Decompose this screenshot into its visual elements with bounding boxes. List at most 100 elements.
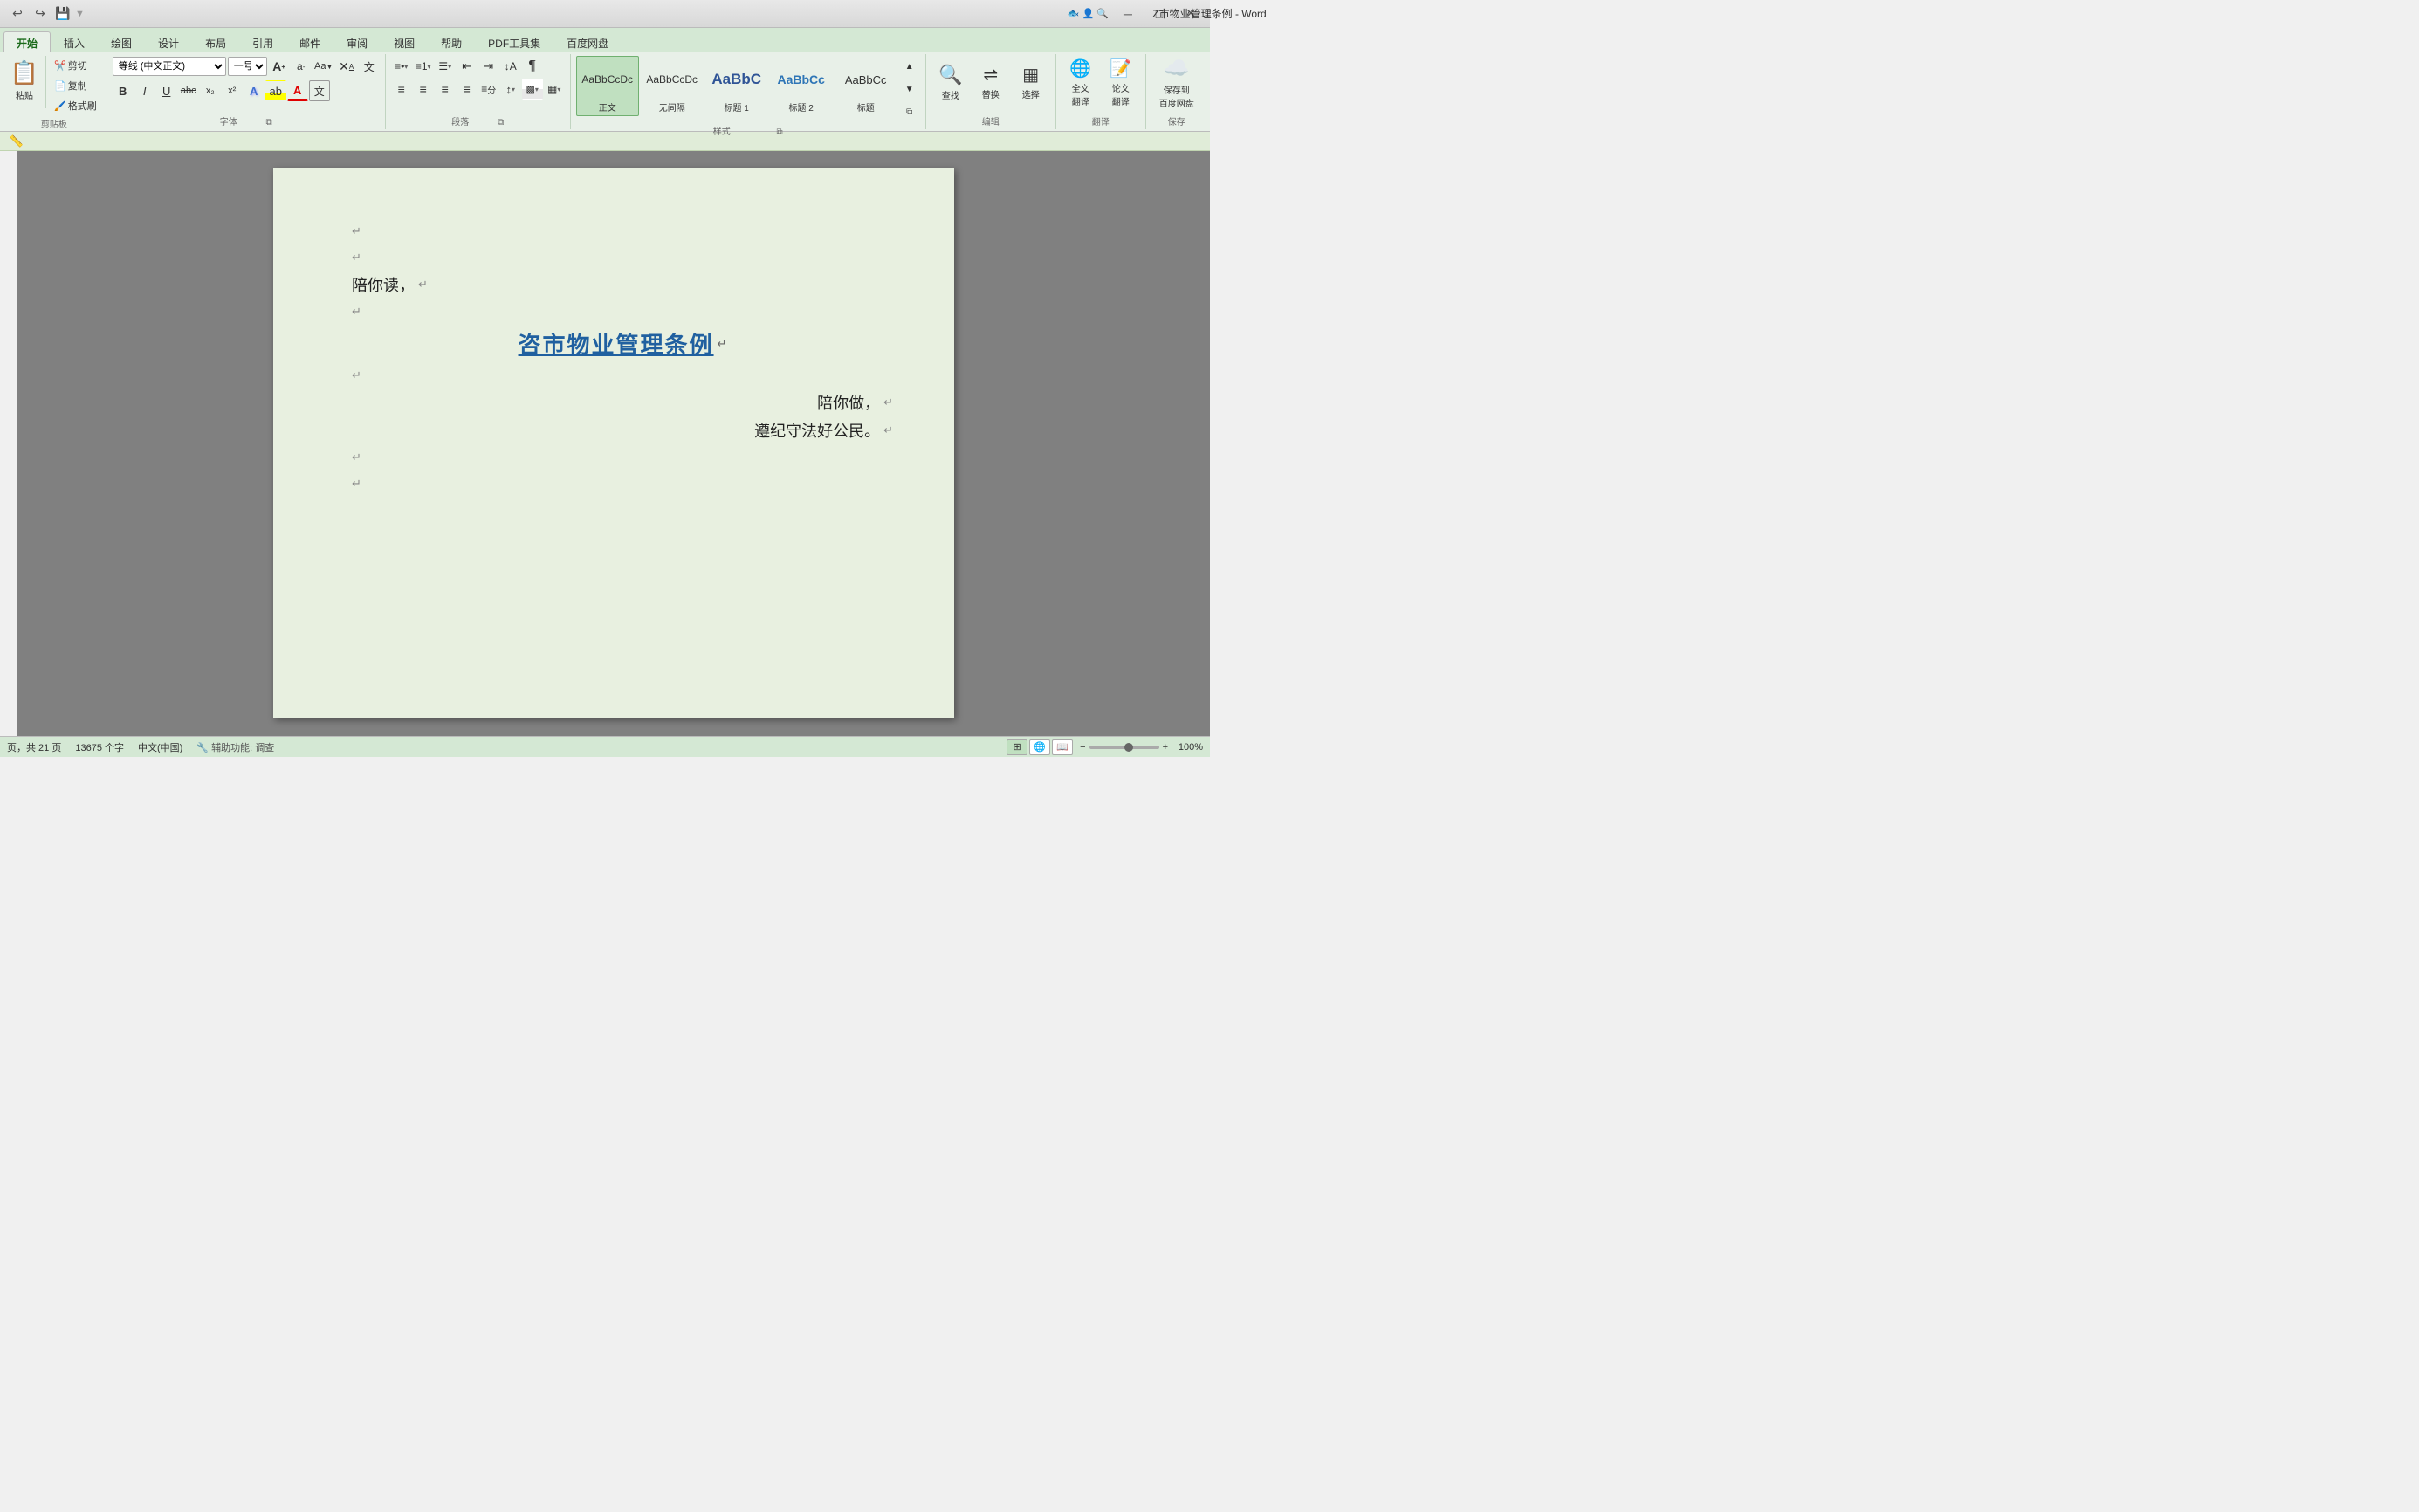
strikethrough-button[interactable]: abc [178,80,199,101]
font-size-select[interactable]: 一号 [228,57,267,76]
underline-button[interactable]: U [156,80,177,101]
zoom-out-button[interactable]: − [1080,742,1085,753]
doc-line-9: ↵ [352,447,893,468]
save-buttons: ☁️ 保存到百度网盘 [1151,56,1202,113]
styles-scroll-up[interactable]: ▲ [899,56,920,77]
zoom-slider[interactable] [1089,746,1159,749]
style-h2[interactable]: AaBbCc 标题 2 [770,56,833,116]
tab-pdf[interactable]: PDF工具集 [475,31,553,52]
doc-line-2: ↵ [352,247,893,268]
find-button[interactable]: 🔍 查找 [931,56,970,108]
font-group-expand[interactable]: ⧉ [266,118,272,127]
minimize-button[interactable]: ─ [1116,4,1140,24]
style-no-spacing[interactable]: AaBbCcDc 无间隔 [641,56,704,116]
align-left-button[interactable]: ≡ [391,79,412,100]
paragraph-group: ≡•▾ ≡1▾ ☰▾ ⇤ ⇥ ↕A ¶ ≡ ≡ ≡ ≡ ≡分 ↕▾ ▩▾ ▦▾ [388,54,571,129]
styles-group-expand[interactable]: ⧉ [777,127,783,137]
superscript-button[interactable]: x² [222,80,243,101]
paragraph-group-expand[interactable]: ⧉ [498,118,504,127]
editing-group-label: 编辑 [931,113,1050,127]
save-group-label: 保存 [1151,113,1202,127]
subscript-button[interactable]: x₂ [200,80,221,101]
char-border-button[interactable]: 文 [309,80,330,101]
tab-design[interactable]: 设计 [145,31,192,52]
tab-help[interactable]: 帮助 [428,31,475,52]
justify-button[interactable]: ≡ [457,79,478,100]
distribute-button[interactable]: ≡分 [478,79,499,100]
tab-baidu[interactable]: 百度网盘 [553,31,622,52]
format-painter-button[interactable]: 🖌️ 格式刷 [50,96,101,115]
tab-view[interactable]: 视图 [381,31,428,52]
styles-expand[interactable]: ⧉ [899,101,920,122]
replace-label: 替换 [982,87,1000,100]
font-name-select[interactable]: 等线 (中文正文) [113,57,226,76]
para-mark-2: ↵ [352,251,361,265]
zoom-level[interactable]: 100% [1172,742,1203,753]
tab-home[interactable]: 开始 [3,31,51,52]
save-baidu-button[interactable]: ☁️ 保存到百度网盘 [1151,56,1202,108]
italic-button[interactable]: I [134,80,155,101]
clipboard-separator [45,56,46,108]
quick-save-button[interactable]: 💾 [52,3,73,24]
status-right: ⊞ 🌐 📖 − + 100% [1007,739,1203,755]
copy-button[interactable]: 📄 复制 [50,76,101,95]
style-normal[interactable]: AaBbCcDc 正文 [576,56,639,116]
tab-insert[interactable]: 插入 [51,31,98,52]
line-spacing-button[interactable]: ↕▾ [500,79,521,100]
bullets-button[interactable]: ≡•▾ [391,56,412,77]
sort-button[interactable]: ↕A [500,56,521,77]
tab-draw[interactable]: 绘图 [98,31,145,52]
align-right-button[interactable]: ≡ [435,79,456,100]
numbering-button[interactable]: ≡1▾ [413,56,434,77]
page-wrapper[interactable]: ↵ ↵ 陪你读， ↵ ↵ 咨市物业管理条例 ↵ ↵ [17,151,1210,736]
accessibility-status[interactable]: 🔧 辅助功能: 调查 [196,740,274,754]
full-translate-button[interactable]: 🌐 全文翻译 [1062,56,1100,108]
view-mode-web[interactable]: 🌐 [1029,739,1050,755]
increase-indent-button[interactable]: ⇥ [478,56,499,77]
select-button[interactable]: ▦ 选择 [1012,56,1050,108]
style-heading[interactable]: AaBbCc 标题 [835,56,897,116]
change-case-button[interactable]: Aa▼ [313,56,334,77]
save-group: ☁️ 保存到百度网盘 保存 [1148,54,1207,129]
replace-button[interactable]: ⇌ 替换 [972,56,1010,108]
tab-review[interactable]: 审阅 [333,31,381,52]
zoom-thumb[interactable] [1124,743,1133,752]
para-mark-10: ↵ [352,477,361,491]
undo-button[interactable]: ↩ [7,3,28,24]
font-color-button[interactable]: A [287,80,308,101]
clear-format-button[interactable]: ✕A [336,56,357,77]
font-group-label: 字体 ⧉ [113,113,380,127]
shading-button[interactable]: ▩▾ [522,79,543,100]
phonetic-button[interactable]: 文 [359,56,380,77]
style-h1[interactable]: AaBbC 标题 1 [705,56,768,116]
show-marks-button[interactable]: ¶ [522,56,543,77]
text-effects-button[interactable]: A [244,80,265,101]
borders-button[interactable]: ▦▾ [544,79,565,100]
styles-group-label: 样式 ⧉ [576,122,920,137]
doc-line-10: ↵ [352,473,893,494]
view-mode-read[interactable]: 📖 [1052,739,1073,755]
paste-button[interactable]: 📋 粘贴 [7,56,42,104]
tab-layout[interactable]: 布局 [192,31,239,52]
multilevel-button[interactable]: ☰▾ [435,56,456,77]
doc-line-4: ↵ [352,301,893,322]
redo-button[interactable]: ↪ [30,3,51,24]
view-mode-print[interactable]: ⊞ [1007,739,1027,755]
zoom-in-button[interactable]: + [1163,742,1168,753]
font-size-decrease-button[interactable]: a- [291,56,312,77]
tab-mailings[interactable]: 邮件 [286,31,333,52]
select-icon: ▦ [1022,64,1039,86]
align-center-button[interactable]: ≡ [413,79,434,100]
cut-button[interactable]: ✂️ 剪切 [50,56,101,75]
styles-scroll-down[interactable]: ▼ [899,79,920,100]
paper-translate-button[interactable]: 📝 论文翻译 [1102,56,1140,108]
paragraph-group-label: 段落 ⧉ [391,113,565,127]
expand-qat[interactable]: ▼ [75,9,85,19]
document-page[interactable]: ↵ ↵ 陪你读， ↵ ↵ 咨市物业管理条例 ↵ ↵ [273,168,954,718]
ruler-toggle[interactable]: 📏 [7,134,26,149]
font-size-increase-button[interactable]: A+ [269,56,290,77]
highlight-button[interactable]: ab [265,80,286,101]
bold-button[interactable]: B [113,80,134,101]
decrease-indent-button[interactable]: ⇤ [457,56,478,77]
tab-references[interactable]: 引用 [239,31,286,52]
